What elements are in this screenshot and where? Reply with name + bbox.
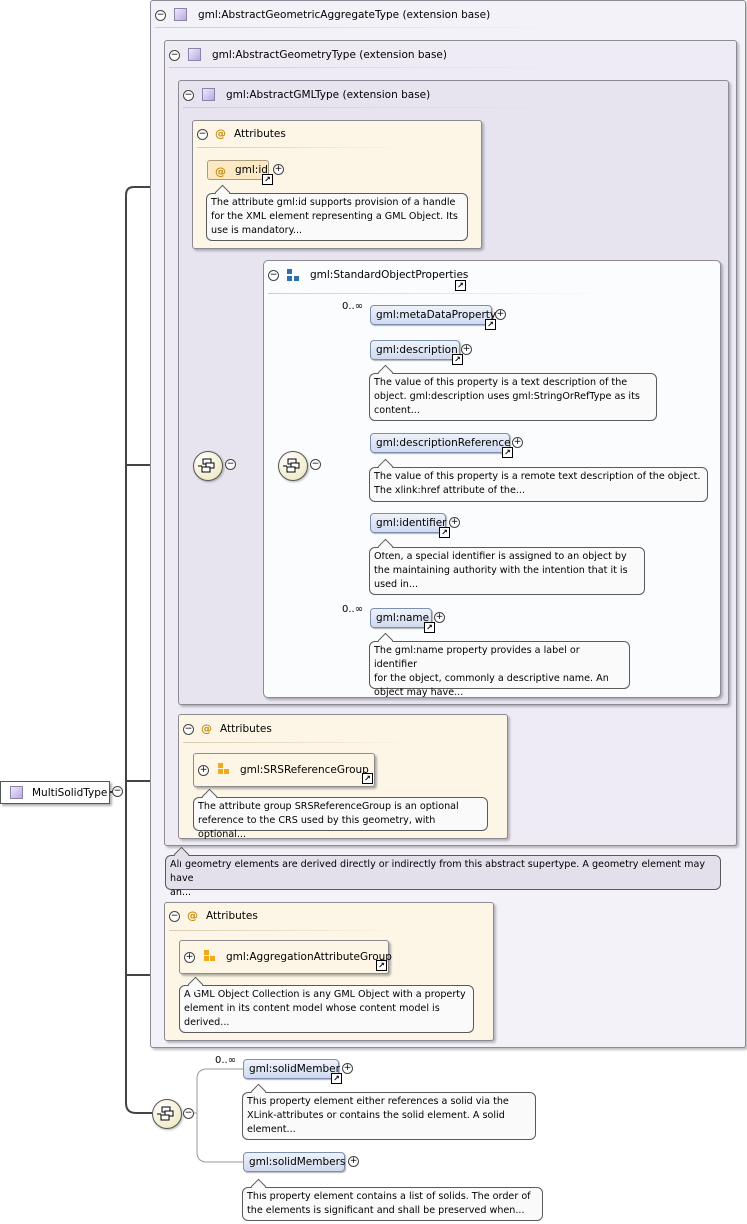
attribute-group-aggregation[interactable]: + gml:AggregationAttributeGroup ↗ bbox=[179, 940, 392, 974]
root-type-box[interactable]: MultiSolidType bbox=[0, 781, 110, 804]
element-description[interactable]: gml:description bbox=[370, 340, 460, 360]
element-solidmembers[interactable]: gml:solidMembers bbox=[243, 1152, 345, 1172]
extension-title: gml:AbstractGMLType (extension base) bbox=[226, 89, 431, 101]
sequence-compositor[interactable] bbox=[193, 451, 223, 481]
attribute-icon: @ bbox=[201, 722, 212, 735]
solidmember-doc: This property element either references … bbox=[242, 1092, 536, 1140]
collapse-icon[interactable]: − bbox=[169, 911, 180, 922]
attribute-icon: @ bbox=[215, 127, 226, 140]
attributes-title: Attributes bbox=[206, 910, 258, 922]
reference-icon[interactable]: ↗ bbox=[331, 1073, 342, 1084]
expand-icon[interactable]: + bbox=[512, 437, 523, 448]
collapse-icon[interactable]: − bbox=[183, 1108, 194, 1119]
occurs-label: 0..∞ bbox=[342, 604, 364, 615]
expand-icon[interactable]: + bbox=[348, 1156, 359, 1167]
element-identifier[interactable]: gml:identifier bbox=[370, 513, 446, 533]
reference-icon[interactable]: ↗ bbox=[485, 319, 496, 330]
reference-icon[interactable]: ↗ bbox=[455, 280, 466, 291]
attributes-title: Attributes bbox=[220, 723, 272, 735]
collapse-icon[interactable]: − bbox=[155, 10, 166, 21]
gml-id-doc: The attribute gml:id supports provision … bbox=[206, 193, 468, 241]
expand-icon[interactable]: + bbox=[449, 517, 460, 528]
abstract-geometry-doc: All geometry elements are derived direct… bbox=[165, 855, 721, 898]
reference-icon[interactable]: ↗ bbox=[262, 174, 273, 185]
reference-icon[interactable]: ↗ bbox=[439, 527, 450, 538]
sequence-compositor[interactable] bbox=[278, 451, 308, 481]
solidmembers-doc: This property element contains a list of… bbox=[242, 1187, 543, 1221]
attribute-group-srsreference[interactable]: + gml:SRSReferenceGroup ↗ bbox=[193, 753, 375, 787]
collapse-icon[interactable]: − bbox=[197, 129, 208, 140]
expand-icon[interactable]: + bbox=[198, 765, 209, 776]
name-doc: The gml:name property provides a label o… bbox=[369, 641, 630, 698]
srsreference-doc: The attribute group SRSReferenceGroup is… bbox=[193, 797, 488, 840]
collapse-icon[interactable]: − bbox=[225, 459, 236, 470]
reference-icon[interactable]: ↗ bbox=[424, 622, 435, 633]
attribute-group-label: gml:AggregationAttributeGroup bbox=[226, 951, 392, 963]
expand-icon[interactable]: + bbox=[495, 309, 506, 320]
complex-type-icon bbox=[174, 8, 187, 21]
collapse-icon[interactable]: − bbox=[183, 90, 194, 101]
complex-type-icon bbox=[188, 48, 201, 61]
expand-icon[interactable]: + bbox=[461, 344, 472, 355]
attribute-icon: @ bbox=[215, 165, 226, 178]
reference-icon[interactable]: ↗ bbox=[452, 354, 463, 365]
description-reference-doc: The value of this property is a remote t… bbox=[369, 467, 708, 502]
attributes-title: Attributes bbox=[234, 128, 286, 140]
expand-icon[interactable]: + bbox=[184, 952, 195, 963]
expand-icon[interactable]: + bbox=[434, 612, 445, 623]
reference-icon[interactable]: ↗ bbox=[502, 447, 513, 458]
attribute-icon: @ bbox=[187, 909, 198, 922]
description-doc: The value of this property is a text des… bbox=[369, 373, 657, 421]
expand-icon[interactable]: + bbox=[273, 164, 284, 175]
attribute-gml-id[interactable]: @ gml:id bbox=[207, 160, 269, 180]
complex-type-icon bbox=[202, 88, 215, 101]
root-type-label: MultiSolidType bbox=[32, 787, 108, 799]
collapse-icon[interactable]: − bbox=[268, 270, 279, 281]
extension-title: gml:AbstractGeometryType (extension base… bbox=[212, 49, 447, 61]
sequence-compositor[interactable] bbox=[152, 1099, 182, 1129]
attribute-group-label: gml:SRSReferenceGroup bbox=[240, 764, 369, 776]
reference-icon[interactable]: ↗ bbox=[362, 773, 373, 784]
aggregation-doc: A GML Object Collection is any GML Objec… bbox=[179, 985, 474, 1033]
element-metadataproperty[interactable]: gml:metaDataProperty bbox=[370, 305, 496, 325]
identifier-doc: Often, a special identifier is assigned … bbox=[369, 547, 645, 595]
expand-icon[interactable]: + bbox=[342, 1063, 353, 1074]
complex-type-icon bbox=[10, 786, 23, 799]
collapse-icon[interactable]: − bbox=[169, 50, 180, 61]
group-title: gml:StandardObjectProperties bbox=[310, 269, 469, 281]
element-solidmember[interactable]: gml:solidMember bbox=[243, 1059, 340, 1079]
occurs-label: 0..∞ bbox=[215, 1055, 237, 1066]
occurs-label: 0..∞ bbox=[342, 301, 364, 312]
element-name[interactable]: gml:name bbox=[370, 608, 432, 628]
reference-icon[interactable]: ↗ bbox=[376, 960, 387, 971]
collapse-icon[interactable]: − bbox=[112, 786, 123, 797]
extension-title: gml:AbstractGeometricAggregateType (exte… bbox=[198, 9, 491, 21]
collapse-icon[interactable]: − bbox=[183, 724, 194, 735]
element-descriptionreference[interactable]: gml:descriptionReference bbox=[370, 433, 511, 453]
collapse-icon[interactable]: − bbox=[310, 459, 321, 470]
